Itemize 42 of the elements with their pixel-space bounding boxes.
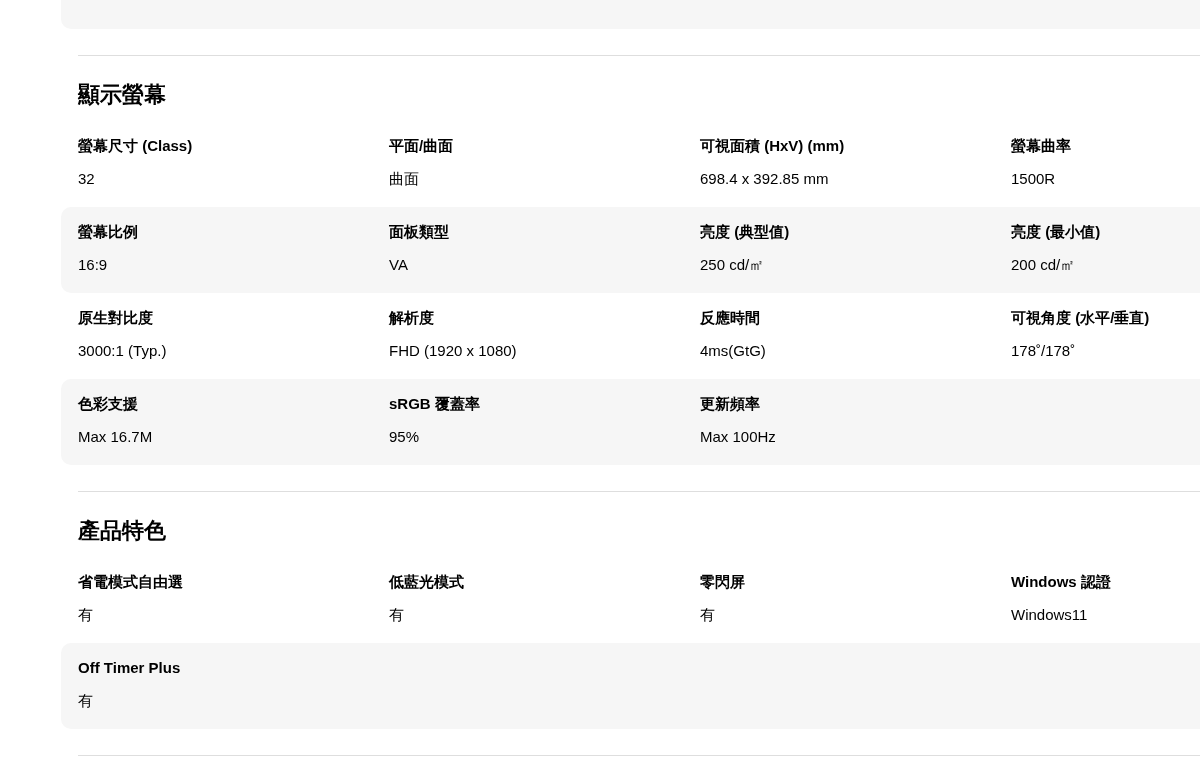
spec-value: 32 [78,169,96,189]
section-heading: 顯示螢幕 [78,82,167,108]
spec-label: 亮度 (最小值) [1011,222,1101,242]
spec-label: Windows 認證 [1011,572,1111,592]
spec-value: 有 [78,691,94,711]
spec-label: 亮度 (典型值) [700,222,790,242]
spec-value: 95% [389,427,421,447]
spec-value: 1500R [1011,169,1057,189]
spec-value: 698.4 x 392.85 mm [700,169,830,189]
spec-value: 178˚/178˚ [1011,341,1077,361]
spec-label: 低藍光模式 [389,572,464,592]
spec-value: 200 cd/㎡ [1011,255,1077,275]
spec-value: Max 16.7M [78,427,154,447]
spec-label: 原生對比度 [78,308,153,328]
spec-label: 反應時間 [700,308,760,328]
spec-value: 3000:1 (Typ.) [78,341,168,361]
spec-label: 面板類型 [389,222,449,242]
spec-label: 螢幕比例 [78,222,138,242]
spec-label: 解析度 [389,308,434,328]
spec-value: 曲面 [389,169,420,189]
spec-label: 螢幕尺寸 (Class) [78,136,193,156]
section-heading: 產品特色 [78,518,167,544]
spec-label: 零閃屏 [700,572,745,592]
spec-value: 4ms(GtG) [700,341,767,361]
spec-value: 16:9 [78,255,109,275]
spec-label: 更新頻率 [700,394,760,414]
spec-label: 螢幕曲率 [1011,136,1071,156]
spec-label: 色彩支援 [78,394,138,414]
spec-label: 平面/曲面 [389,136,454,156]
spec-value: Max 100Hz [700,427,777,447]
spec-label: sRGB 覆蓋率 [389,394,480,414]
spec-value: 250 cd/㎡ [700,255,766,275]
spec-value: FHD (1920 x 1080) [389,341,518,361]
spec-value: 有 [389,605,405,625]
spec-label: 可視角度 (水平/垂直) [1011,308,1150,328]
spec-value: 有 [78,605,94,625]
spec-label: 可視面積 (HxV) (mm) [700,136,845,156]
spec-label: Off Timer Plus [78,658,181,678]
spec-label: 省電模式自由選 [78,572,183,592]
spec-value: VA [389,255,409,275]
spec-value: Windows11 [1011,605,1089,625]
spec-value: 有 [700,605,716,625]
